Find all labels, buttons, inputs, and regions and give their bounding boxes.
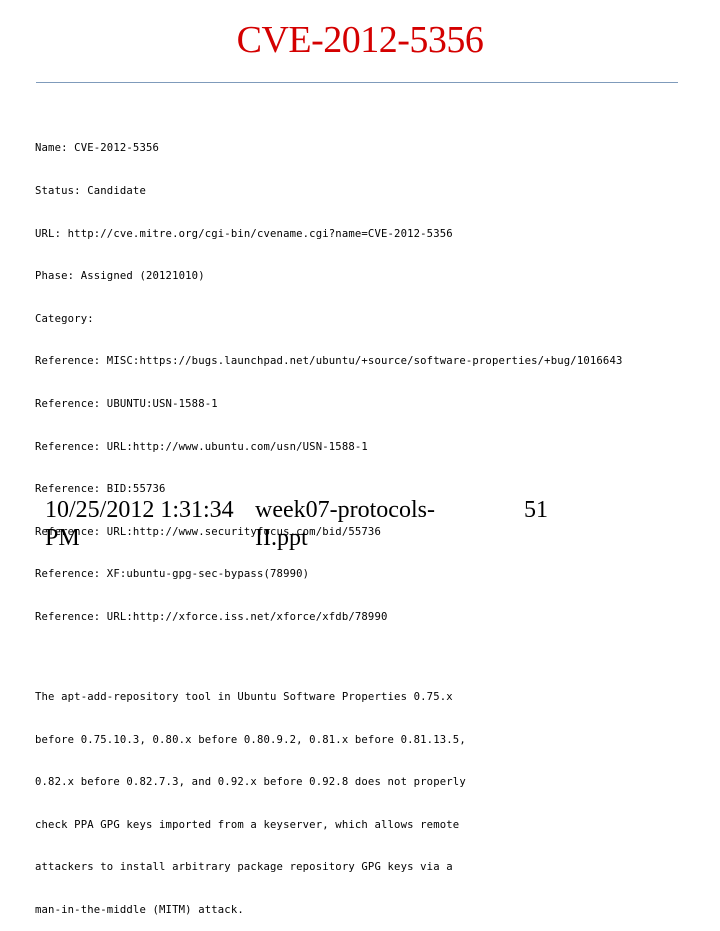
cve-field-url: URL: http://cve.mitre.org/cgi-bin/cvenam…	[35, 227, 453, 240]
cve-reference: Reference: UBUNTU:USN-1588-1	[35, 397, 218, 410]
cve-reference: Reference: MISC:https://bugs.launchpad.n…	[35, 355, 623, 368]
cve-description-line: The apt-add-repository tool in Ubuntu So…	[35, 690, 453, 703]
footer-date: 10/25/2012 1:31:34 PM	[45, 497, 234, 551]
title-divider	[36, 82, 678, 83]
cve-description-line: attackers to install arbitrary package r…	[35, 861, 453, 874]
cve-description-line: check PPA GPG keys imported from a keyse…	[35, 818, 460, 831]
cve-field-phase: Phase: Assigned (20121010)	[35, 270, 205, 283]
cve-description-line: 0.82.x before 0.82.7.3, and 0.92.x befor…	[35, 776, 466, 789]
cve-field-name: Name: CVE-2012-5356	[35, 142, 160, 155]
footer-page-number: 51	[524, 497, 548, 523]
cve-field-status: Status: Candidate	[35, 185, 146, 197]
cve-description-line: man-in-the-middle (MITM) attack.	[35, 903, 244, 916]
slide-title: CVE-2012-5356	[236, 19, 484, 61]
cve-reference: Reference: URL:http://xforce.iss.net/xfo…	[35, 610, 388, 623]
cve-description-line: before 0.75.10.3, 0.80.x before 0.80.9.2…	[35, 733, 466, 746]
footer-filename: week07-protocols-II.ppt	[255, 497, 435, 551]
cve-reference: Reference: URL:http://www.ubuntu.com/usn…	[35, 440, 368, 453]
cve-field-category: Category:	[35, 312, 94, 325]
cve-reference: Reference: BID:55736	[35, 483, 166, 496]
cve-reference: Reference: XF:ubuntu-gpg-sec-bypass(7899…	[35, 568, 310, 581]
